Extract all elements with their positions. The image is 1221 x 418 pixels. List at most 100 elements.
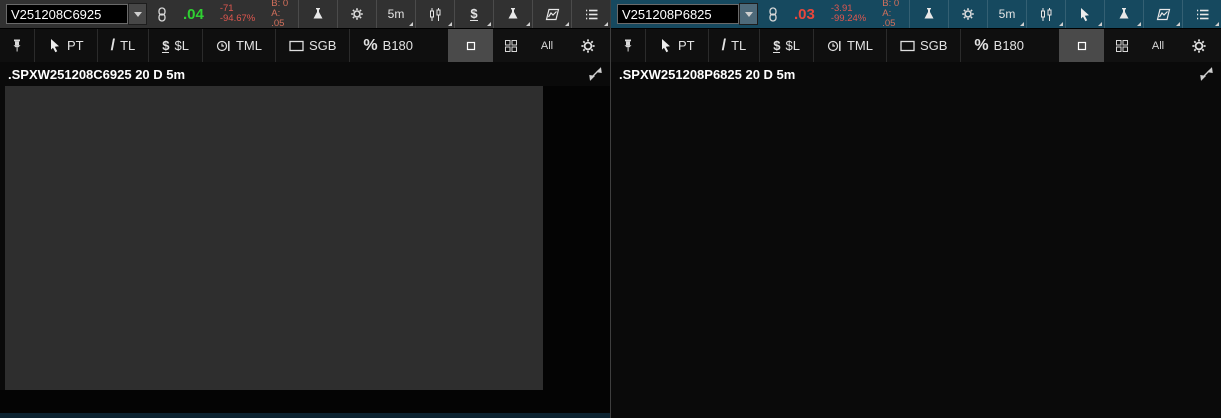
tool-sgb-button[interactable]: SGB [276, 29, 349, 62]
tool-sgb-button[interactable]: SGB [887, 29, 960, 62]
layout-all-button[interactable]: All [529, 29, 565, 62]
timeframe-label: 5m [388, 7, 405, 21]
layout-all-button[interactable]: All [1140, 29, 1176, 62]
tool-b180-label: B180 [994, 38, 1024, 53]
analyze-flask-button[interactable] [298, 0, 337, 28]
tool-timeline-button[interactable]: TML [203, 29, 275, 62]
slash-icon: / [111, 37, 115, 55]
symbol-dropdown-button[interactable] [128, 3, 147, 25]
tool-trendline-button[interactable]: /TL [98, 29, 149, 62]
more-menu-button[interactable] [1182, 0, 1221, 28]
chart-title-row: .SPXW251208P6825 20 D 5m [611, 62, 1221, 86]
analyze-flask-button[interactable] [909, 0, 948, 28]
symbol-toolbar: .03 -3.91 -99.24% B: 0 A: .05 5m [611, 0, 1221, 28]
change-percent: -94.67% [220, 14, 255, 24]
chart-title: .SPXW251208C6925 20 D 5m [0, 62, 193, 86]
tool-tml-label: TML [236, 38, 262, 53]
change-block: -3.91 -99.24% [831, 4, 866, 24]
grid-icon [1115, 39, 1129, 53]
change-percent: -99.24% [831, 14, 866, 24]
tool-sl-label: $L [174, 38, 188, 53]
chevron-down-icon [745, 12, 753, 17]
tool-b180-button[interactable]: % B180 [961, 29, 1037, 62]
pointer-tool-button[interactable] [1065, 0, 1104, 28]
window-edge [0, 413, 610, 418]
change-block: -71 -94.67% [220, 4, 255, 24]
tool-tl-label: TL [731, 38, 746, 53]
chart-canvas[interactable] [611, 86, 1221, 418]
price-axis-button[interactable]: $ [454, 0, 493, 28]
settings-gear-button[interactable] [337, 0, 376, 28]
tool-tml-label: TML [847, 38, 873, 53]
percent-icon: % [974, 37, 988, 55]
chart-style-button[interactable] [1026, 0, 1065, 28]
symbol-input[interactable] [617, 4, 739, 24]
flask-icon [1117, 7, 1131, 21]
chart-title-row: .SPXW251208C6925 20 D 5m [0, 62, 610, 86]
layout-grid-button[interactable] [493, 29, 529, 62]
tool-price-level-button[interactable]: $ $L [149, 29, 202, 62]
chart-panel-call: .04 -71 -94.67% B: 0 A: .05 5m $ [0, 0, 610, 418]
tool-trendline-button[interactable]: / TL [709, 29, 760, 62]
timeframe-label: 5m [999, 7, 1016, 21]
dollar-icon: $ [162, 39, 169, 53]
timeframe-button[interactable]: 5m [376, 0, 415, 28]
tool-sl-label: $L [785, 38, 799, 53]
more-menu-button[interactable] [571, 0, 610, 28]
pin-toolbar-button[interactable] [0, 29, 34, 62]
resize-arrows-icon[interactable] [1198, 62, 1221, 86]
drawing-toolbar: PT /TL $ $L TML SGB %B180 All [0, 28, 610, 62]
patterns-button[interactable] [1143, 0, 1182, 28]
chart-settings-gear-button[interactable] [565, 29, 610, 62]
layout-single-button[interactable] [448, 29, 493, 62]
dollar-icon: $ [773, 39, 780, 53]
trend-pattern-icon [1155, 7, 1171, 22]
flask-icon [506, 7, 520, 21]
square-outline-icon [289, 39, 304, 53]
last-price: .04 [183, 6, 204, 23]
cursor-icon [659, 38, 673, 53]
link-icon[interactable] [155, 7, 169, 22]
clock-line-icon [827, 39, 842, 53]
chart-style-button[interactable] [415, 0, 454, 28]
clock-line-icon [216, 39, 231, 53]
patterns-button[interactable] [532, 0, 571, 28]
resize-arrows-icon[interactable] [587, 62, 610, 86]
cursor-icon [48, 38, 62, 53]
chevron-down-icon [134, 12, 142, 17]
tool-pointer-button[interactable]: PT [646, 29, 708, 62]
tool-price-level-button[interactable]: $ $L [760, 29, 813, 62]
link-icon[interactable] [766, 7, 780, 22]
chart-panel-put: .03 -3.91 -99.24% B: 0 A: .05 5m [611, 0, 1221, 418]
tool-b180-button[interactable]: %B180 [350, 29, 426, 62]
gear-icon [580, 38, 596, 54]
symbol-dropdown-button[interactable] [739, 3, 758, 25]
bid-ask-block: B: 0 A: .05 [271, 0, 290, 29]
symbol-toolbar: .04 -71 -94.67% B: 0 A: .05 5m $ [0, 0, 610, 28]
chart-canvas[interactable] [0, 86, 610, 418]
plot-area [5, 86, 543, 390]
timeframe-button[interactable]: 5m [987, 0, 1026, 28]
candlestick-icon [1039, 7, 1054, 22]
square-outline-icon [900, 39, 915, 53]
ask-value: A: .05 [271, 9, 290, 29]
cursor-icon [1078, 7, 1092, 22]
chart-title: .SPXW251208P6825 20 D 5m [611, 62, 803, 86]
tool-pt-label: PT [678, 38, 695, 53]
settings-gear-button[interactable] [948, 0, 987, 28]
tool-pointer-button[interactable]: PT [35, 29, 97, 62]
dollar-icon: $ [470, 7, 477, 21]
studies-flask-button[interactable] [1104, 0, 1143, 28]
symbol-input[interactable] [6, 4, 128, 24]
tool-b180-label: B180 [383, 38, 413, 53]
studies-flask-button[interactable] [493, 0, 532, 28]
pin-toolbar-button[interactable] [611, 29, 645, 62]
slash-icon: / [722, 37, 726, 55]
all-label: All [1152, 40, 1164, 52]
tool-timeline-button[interactable]: TML [814, 29, 886, 62]
chart-settings-gear-button[interactable] [1176, 29, 1221, 62]
layout-grid-button[interactable] [1104, 29, 1140, 62]
tool-pt-label: PT [67, 38, 84, 53]
layout-single-button[interactable] [1059, 29, 1104, 62]
candlestick-icon [428, 7, 443, 22]
